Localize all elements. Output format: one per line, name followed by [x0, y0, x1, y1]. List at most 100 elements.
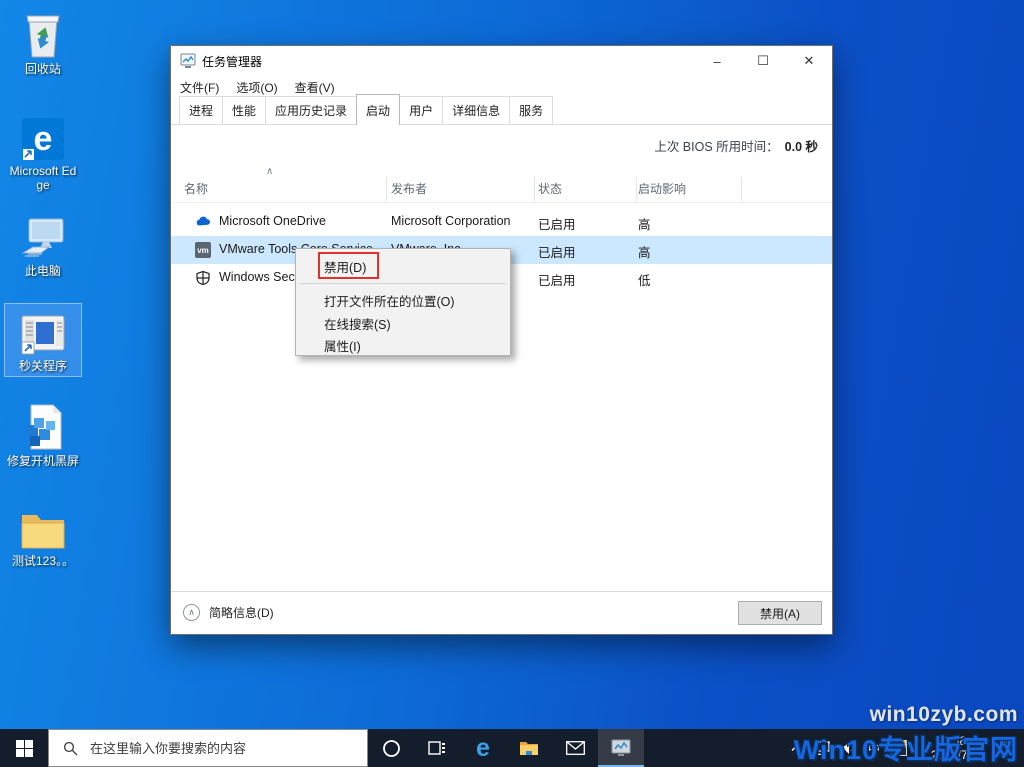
search-input[interactable]: [90, 740, 350, 756]
column-divider[interactable]: [534, 177, 535, 202]
menu-file[interactable]: 文件(F): [180, 79, 219, 96]
taskbar-clock[interactable]: 16:58 2020/7/: [912, 734, 990, 762]
tab-users[interactable]: 用户: [399, 96, 444, 125]
svg-text:e: e: [34, 120, 53, 158]
fewer-details-toggle[interactable]: ∧ 简略信息(D): [183, 604, 274, 621]
this-pc-icon: [7, 213, 79, 261]
start-button[interactable]: [0, 729, 48, 767]
table-header: 名称 发布者 状态 启动影响: [171, 177, 832, 203]
vmware-icon: vm: [195, 242, 211, 258]
row-status: 已启用: [538, 274, 576, 288]
taskbar-search-box[interactable]: [48, 729, 368, 767]
tab-processes[interactable]: 进程: [179, 96, 224, 125]
disable-button[interactable]: 禁用(A): [738, 601, 822, 625]
action-center-icon: [999, 741, 1015, 755]
context-menu: 禁用(D) 打开文件所在的位置(O) 在线搜索(S) 属性(I): [295, 248, 511, 356]
cortana-button[interactable]: [368, 729, 414, 767]
ime-mode-indicator[interactable]: 中: [862, 740, 886, 757]
bios-time-value: 0.0 秒: [784, 140, 818, 154]
mail-button[interactable]: [552, 729, 598, 767]
tab-startup[interactable]: 启动: [356, 94, 401, 126]
titlebar[interactable]: 任务管理器 – ☐ ✕: [171, 46, 832, 76]
task-manager-taskbar-button[interactable]: [598, 729, 644, 767]
cortana-icon: [382, 739, 400, 757]
column-divider[interactable]: [386, 177, 387, 202]
tab-details[interactable]: 详细信息: [442, 96, 511, 125]
desktop-icon-edge[interactable]: e Microsoft Edge: [4, 108, 82, 196]
watermark-url: win10zyb.com: [869, 703, 1018, 726]
desktop-icon-label: 秒关程序: [18, 359, 67, 373]
edge-taskbar-button[interactable]: e: [460, 729, 506, 767]
table-row[interactable]: Microsoft OneDrive Microsoft Corporation…: [171, 208, 832, 236]
action-center-button[interactable]: [990, 741, 1024, 755]
column-header-name[interactable]: 名称: [184, 180, 208, 197]
menu-options[interactable]: 选项(O): [236, 79, 277, 96]
task-manager-icon: [611, 739, 631, 756]
clock-date: 2020/7/: [930, 748, 972, 762]
minimize-button[interactable]: –: [694, 46, 740, 76]
desktop-icon-this-pc[interactable]: 此电脑: [4, 208, 82, 282]
desktop-icon-label: 此电脑: [24, 264, 61, 278]
volume-tray-button[interactable]: [836, 741, 862, 755]
row-impact: 低: [638, 274, 651, 288]
column-divider[interactable]: [636, 177, 637, 202]
bios-time-label: 上次 BIOS 所用时间：: [654, 140, 779, 154]
chevron-up-icon: [791, 744, 803, 751]
speaker-icon: [842, 742, 856, 754]
context-menu-item-open-file-location[interactable]: 打开文件所在的位置(O): [296, 290, 510, 310]
red-highlight-annotation: [318, 252, 379, 279]
task-view-button[interactable]: [414, 729, 460, 767]
network-tray-button[interactable]: [810, 740, 836, 756]
desktop-icon-fix-black-screen[interactable]: 修复开机黑屏: [4, 398, 82, 472]
search-icon: [63, 741, 78, 755]
tab-app-history[interactable]: 应用历史记录: [265, 96, 358, 125]
row-impact: 高: [638, 218, 651, 232]
close-button[interactable]: ✕: [786, 46, 832, 76]
desktop-icon-test-folder[interactable]: 测试123。。: [4, 498, 82, 572]
column-header-impact[interactable]: 启动影响: [638, 180, 686, 197]
column-header-status[interactable]: 状态: [538, 180, 562, 197]
menubar: 文件(F) 选项(O) 查看(V): [171, 76, 832, 98]
desktop-icon-miaoguan[interactable]: 秒关程序: [4, 303, 82, 377]
taskbar: e 中 16:58 2020/7/: [0, 729, 1024, 767]
row-impact: 高: [638, 246, 651, 260]
tab-performance[interactable]: 性能: [222, 96, 267, 125]
edge-icon: e: [476, 733, 490, 762]
hidden-icons-button[interactable]: [784, 744, 810, 752]
onedrive-icon: [195, 214, 211, 230]
recycle-bin-icon: [7, 11, 79, 59]
footer-bar: ∧ 简略信息(D) 禁用(A): [171, 591, 832, 634]
column-divider[interactable]: [741, 177, 742, 202]
desktop-icon-label: 回收站: [24, 62, 61, 76]
windows-logo-icon: [15, 739, 33, 757]
row-publisher: Microsoft Corporation: [391, 214, 511, 228]
file-explorer-icon: [520, 741, 538, 755]
menu-view[interactable]: 查看(V): [295, 79, 335, 96]
bios-time: 上次 BIOS 所用时间： 0.0 秒: [654, 136, 818, 155]
desktop-icon-recycle-bin[interactable]: 回收站: [4, 6, 82, 80]
file-explorer-button[interactable]: [506, 729, 552, 767]
shield-icon: [195, 270, 211, 286]
desktop-icon-label: Microsoft Edge: [9, 164, 77, 192]
maximize-button[interactable]: ☐: [740, 46, 786, 76]
registry-file-icon: [7, 403, 79, 451]
system-tray: 中 16:58 2020/7/: [784, 729, 1024, 767]
column-header-publisher[interactable]: 发布者: [391, 180, 427, 197]
task-manager-icon: [180, 53, 196, 69]
folder-icon: [7, 503, 79, 551]
network-icon: [815, 740, 830, 755]
context-menu-item-search-online[interactable]: 在线搜索(S): [296, 313, 510, 333]
desktop-icon-label: 测试123。。: [11, 554, 75, 568]
ime-icon[interactable]: [886, 740, 912, 756]
desktop: 回收站 e Microsoft Edge 此电脑 秒关程序 修复开机黑屏 测试1…: [0, 0, 1024, 767]
row-name: Microsoft OneDrive: [219, 214, 326, 228]
edge-icon: e: [7, 113, 79, 161]
clock-time: 16:58: [935, 734, 967, 748]
row-status: 已启用: [538, 246, 576, 260]
mail-icon: [565, 741, 585, 755]
tab-services[interactable]: 服务: [509, 96, 554, 125]
context-menu-item-properties[interactable]: 属性(I): [296, 335, 510, 355]
menu-separator: [299, 283, 507, 284]
app-shortcut-icon: [7, 308, 79, 356]
tab-strip: 进程 性能 应用历史记录 启动 用户 详细信息 服务: [171, 94, 832, 126]
